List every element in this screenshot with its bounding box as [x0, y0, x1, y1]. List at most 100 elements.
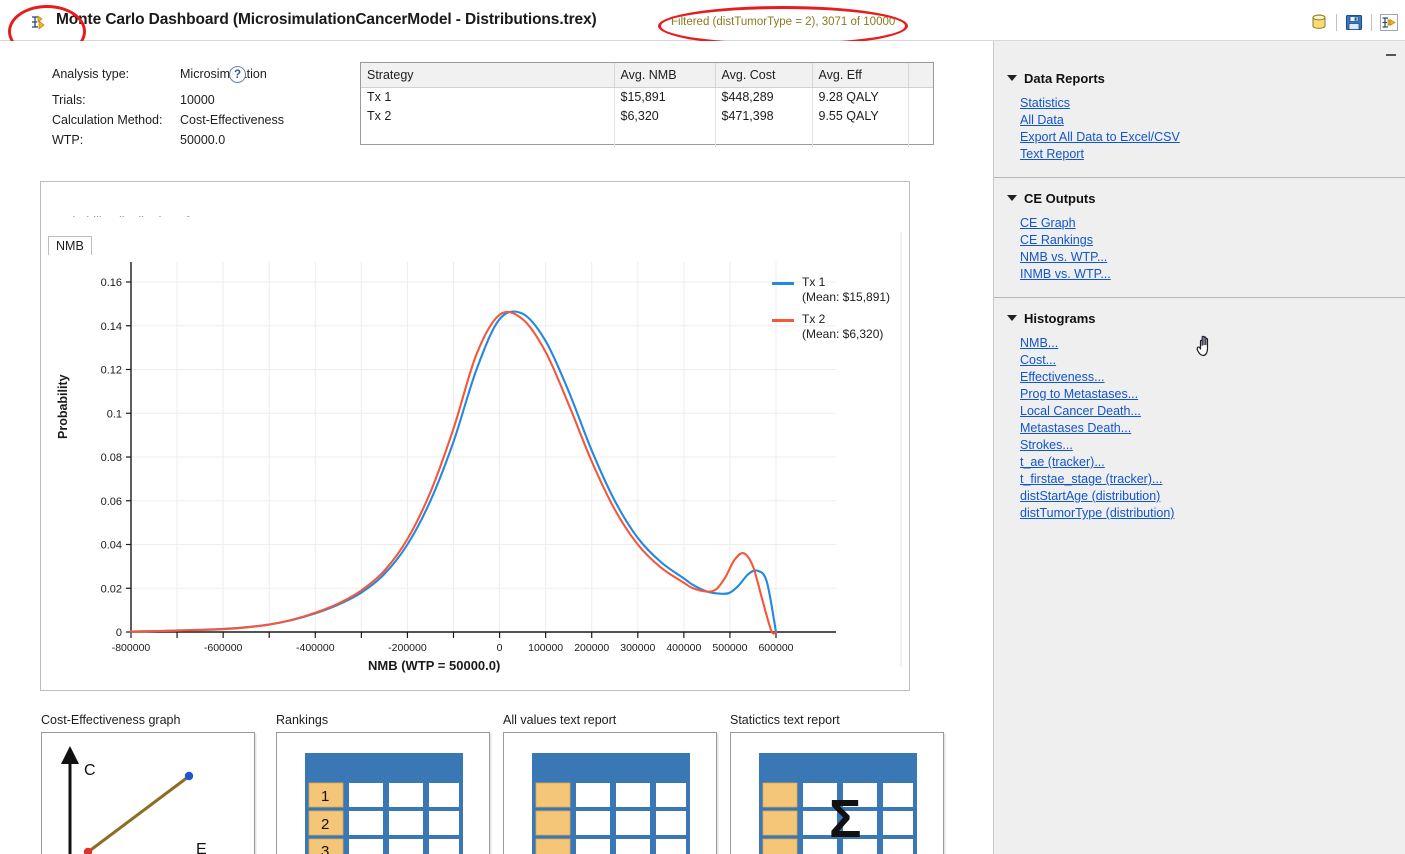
- chart-legend: Tx 1 (Mean: $15,891) Tx 2 (Mean: $6,320): [772, 275, 890, 349]
- toolbar-separator-1: [1336, 14, 1337, 31]
- thumbnail-frame[interactable]: [503, 732, 717, 854]
- thumbnail-image: [510, 739, 710, 854]
- filter-apply-icon: [31, 14, 49, 30]
- link-histogram-metastases-death[interactable]: Metastases Death...: [1020, 420, 1131, 437]
- legend-mean-tx1: (Mean: $15,891): [802, 290, 891, 304]
- info-row-calc-method: Calculation Method: Cost-Effectiveness: [52, 113, 352, 133]
- thumbnail-frame[interactable]: C E: [41, 732, 255, 854]
- col-header-strategy[interactable]: Strategy: [361, 63, 615, 88]
- filter-export-icon[interactable]: [1379, 13, 1399, 32]
- link-text-report[interactable]: Text Report: [1020, 146, 1084, 163]
- link-inmb-vs-wtp[interactable]: INMB vs. WTP...: [1020, 266, 1111, 283]
- section-separator: [994, 177, 1405, 178]
- info-label: Calculation Method:: [52, 113, 163, 127]
- svg-text:0: 0: [497, 642, 503, 654]
- thumbnail-image: C E: [48, 739, 248, 854]
- section-header-ce-outputs[interactable]: CE Outputs: [994, 187, 1405, 209]
- info-value: Microsimulation: [180, 67, 267, 81]
- link-histogram-local-cancer-death[interactable]: Local Cancer Death...: [1020, 403, 1141, 420]
- section-title: Data Reports: [1024, 70, 1105, 86]
- link-histogram-prog-to-metastases[interactable]: Prog to Metastases...: [1020, 386, 1138, 403]
- link-nmb-vs-wtp[interactable]: NMB vs. WTP...: [1020, 249, 1107, 266]
- monte-carlo-dashboard: Monte Carlo Dashboard (MicrosimulationCa…: [0, 0, 1405, 854]
- legend-mean-tx2: (Mean: $6,320): [802, 327, 884, 341]
- svg-text:E: E: [196, 841, 207, 854]
- thumbnail-ce-graph[interactable]: Cost-Effectiveness graph C E: [41, 713, 255, 854]
- thumbnail-rankings[interactable]: Rankings 1 2 3: [276, 713, 490, 854]
- legend-item-tx2: Tx 2 (Mean: $6,320): [772, 312, 890, 342]
- section-header-data-reports[interactable]: Data Reports: [994, 67, 1405, 89]
- link-histogram-cost[interactable]: Cost...: [1020, 352, 1056, 369]
- cell-avg-cost: $448,289: [715, 87, 813, 107]
- legend-swatch-tx1: [772, 282, 794, 285]
- thumbnail-statistics-text-report[interactable]: Statictics text report Σ: [730, 713, 944, 854]
- toolbar-icons: [1309, 13, 1399, 32]
- info-value: Cost-Effectiveness: [180, 113, 284, 127]
- link-export-all-data-to-excel-csv[interactable]: Export All Data to Excel/CSV: [1020, 129, 1180, 146]
- link-histogram-t-ae-tracker[interactable]: t_ae (tracker)...: [1020, 454, 1105, 471]
- col-header-avg-cost[interactable]: Avg. Cost: [715, 63, 813, 88]
- save-icon[interactable]: [1344, 13, 1364, 32]
- svg-text:-400000: -400000: [296, 642, 335, 654]
- svg-text:0.16: 0.16: [101, 277, 122, 289]
- section-histograms: Histograms NMB... Cost... Effectiveness.…: [994, 307, 1405, 532]
- thumbnail-frame[interactable]: 1 2 3: [276, 732, 490, 854]
- thumbnail-all-values-text-report[interactable]: All values text report: [503, 713, 717, 854]
- filter-status: Filtered (distTumorType = 2), 3071 of 10…: [671, 16, 896, 28]
- chevron-down-icon[interactable]: [1007, 75, 1017, 81]
- section-title: CE Outputs: [1024, 190, 1096, 206]
- analysis-info: Analysis type: Microsimulation Trials: 1…: [52, 67, 352, 153]
- cell-avg-nmb: $15,891: [614, 87, 716, 107]
- legend-item-tx1: Tx 1 (Mean: $15,891): [772, 275, 890, 305]
- right-sidebar: Data Reports Statistics All Data Export …: [994, 41, 1405, 854]
- table-row[interactable]: Tx 1 $15,891 $448,289 9.28 QALY: [361, 87, 933, 107]
- svg-text:0.02: 0.02: [101, 583, 122, 595]
- cell-strategy: Tx 2: [361, 107, 615, 127]
- thumbnail-image: Σ: [737, 739, 937, 854]
- link-histogram-effectiveness[interactable]: Effectiveness...: [1020, 369, 1105, 386]
- chevron-down-icon[interactable]: [1007, 315, 1017, 321]
- window-title: Monte Carlo Dashboard (MicrosimulationCa…: [56, 11, 597, 28]
- col-header-avg-nmb[interactable]: Avg. NMB: [614, 63, 716, 88]
- table-row[interactable]: Tx 2 $6,320 $471,398 9.55 QALY: [361, 107, 933, 127]
- legend-label-tx1: Tx 1: [802, 275, 826, 289]
- tab-nmb[interactable]: NMB: [48, 236, 92, 255]
- link-statistics[interactable]: Statistics: [1020, 95, 1070, 112]
- thumbnail-frame[interactable]: Σ: [730, 732, 944, 854]
- svg-text:300000: 300000: [620, 642, 655, 654]
- cell-avg-eff: 9.28 QALY: [812, 87, 909, 107]
- thumbnail-strip: Cost-Effectiveness graph C E Rankings 1 …: [0, 701, 993, 854]
- svg-text:0.06: 0.06: [101, 496, 122, 508]
- rank-2: 2: [321, 816, 329, 833]
- link-histogram-disttumortype-distribution[interactable]: distTumorType (distribution): [1020, 505, 1174, 522]
- svg-text:-600000: -600000: [204, 642, 243, 654]
- link-histogram-strokes[interactable]: Strokes...: [1020, 437, 1073, 454]
- cell-avg-nmb: $6,320: [614, 107, 716, 127]
- svg-text:-200000: -200000: [388, 642, 427, 654]
- chevron-down-icon[interactable]: [1007, 195, 1017, 201]
- link-ce-rankings[interactable]: CE Rankings: [1020, 232, 1093, 249]
- legend-swatch-tx2: [772, 319, 794, 322]
- database-icon[interactable]: [1309, 13, 1329, 32]
- svg-text:0.08: 0.08: [101, 452, 122, 464]
- col-header-avg-eff[interactable]: Avg. Eff: [812, 63, 909, 88]
- section-header-histograms[interactable]: Histograms: [994, 307, 1405, 329]
- link-ce-graph[interactable]: CE Graph: [1020, 215, 1076, 232]
- link-histogram-t-firstae-stage-tracker[interactable]: t_firstae_stage (tracker)...: [1020, 471, 1162, 488]
- y-axis-label: Probability: [56, 374, 70, 439]
- info-value: 50000.0: [180, 133, 226, 147]
- table-row-empty: [361, 127, 933, 147]
- link-all-data[interactable]: All Data: [1020, 112, 1064, 129]
- info-label: Analysis type:: [52, 67, 130, 81]
- minimize-icon[interactable]: [1384, 49, 1398, 59]
- svg-text:200000: 200000: [574, 642, 609, 654]
- svg-text:C: C: [84, 762, 96, 779]
- help-icon[interactable]: ?: [229, 66, 246, 83]
- col-header-spacer: [908, 63, 933, 88]
- thumbnail-caption: Rankings: [276, 713, 329, 727]
- link-histogram-diststartage-distribution[interactable]: distStartAge (distribution): [1020, 488, 1160, 505]
- link-histogram-nmb[interactable]: NMB...: [1020, 335, 1058, 352]
- svg-text:0: 0: [116, 627, 122, 639]
- cell-spacer: [908, 107, 933, 127]
- rank-3: 3: [321, 843, 329, 854]
